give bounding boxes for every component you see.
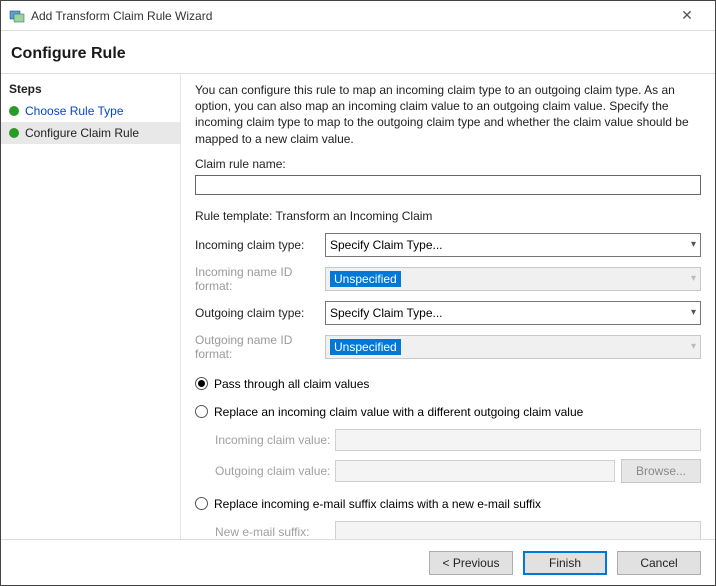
cancel-button[interactable]: Cancel: [617, 551, 701, 575]
radio-replace-value-label: Replace an incoming claim value with a d…: [214, 405, 583, 419]
wizard-window: Add Transform Claim Rule Wizard ✕ Config…: [0, 0, 716, 586]
page-title: Configure Rule: [11, 45, 705, 63]
select-value: Specify Claim Type...: [330, 306, 443, 320]
previous-button[interactable]: < Previous: [429, 551, 513, 575]
outgoing-nameid-select: Unspecified ▾: [325, 335, 701, 359]
incoming-claim-type-label: Incoming claim type:: [195, 238, 325, 252]
incoming-claim-value-label: Incoming claim value:: [215, 433, 335, 447]
outgoing-claim-value-label: Outgoing claim value:: [215, 464, 335, 478]
browse-button: Browse...: [621, 459, 701, 483]
steps-sidebar: Steps Choose Rule Type Configure Claim R…: [1, 74, 181, 539]
page-header: Configure Rule: [1, 31, 715, 74]
finish-button[interactable]: Finish: [523, 551, 607, 575]
app-icon: [9, 8, 25, 24]
window-title: Add Transform Claim Rule Wizard: [31, 9, 667, 23]
step-bullet-icon: [9, 106, 19, 116]
radio-replace-suffix-row[interactable]: Replace incoming e-mail suffix claims wi…: [195, 497, 701, 511]
incoming-claim-type-row: Incoming claim type: Specify Claim Type.…: [195, 233, 701, 257]
radio-icon: [195, 377, 208, 390]
select-value: Specify Claim Type...: [330, 238, 443, 252]
new-suffix-row: New e-mail suffix:: [215, 521, 701, 539]
chevron-down-icon: ▾: [691, 307, 696, 318]
select-value: Unspecified: [330, 339, 401, 355]
step-configure-claim-rule[interactable]: Configure Claim Rule: [1, 122, 180, 144]
incoming-claim-type-select[interactable]: Specify Claim Type... ▾: [325, 233, 701, 257]
new-suffix-input: [335, 521, 701, 539]
outgoing-claim-value-row: Outgoing claim value: Browse...: [215, 459, 701, 483]
step-label: Choose Rule Type: [25, 104, 124, 118]
outgoing-nameid-row: Outgoing name ID format: Unspecified ▾: [195, 333, 701, 361]
select-value: Unspecified: [330, 271, 401, 287]
outgoing-claim-value-input: [335, 460, 615, 482]
step-bullet-icon: [9, 128, 19, 138]
radio-replace-value-row[interactable]: Replace an incoming claim value with a d…: [195, 405, 701, 419]
radio-replace-suffix-label: Replace incoming e-mail suffix claims wi…: [214, 497, 541, 511]
incoming-claim-value-row: Incoming claim value:: [215, 429, 701, 451]
outgoing-nameid-label: Outgoing name ID format:: [195, 333, 325, 361]
incoming-nameid-select: Unspecified ▾: [325, 267, 701, 291]
wizard-footer: < Previous Finish Cancel: [1, 539, 715, 585]
titlebar: Add Transform Claim Rule Wizard ✕: [1, 1, 715, 31]
new-suffix-label: New e-mail suffix:: [215, 525, 335, 539]
outgoing-claim-type-label: Outgoing claim type:: [195, 306, 325, 320]
chevron-down-icon: ▾: [691, 273, 696, 284]
rule-name-input[interactable]: [195, 175, 701, 195]
radio-passthrough-row[interactable]: Pass through all claim values: [195, 377, 701, 391]
incoming-nameid-row: Incoming name ID format: Unspecified ▾: [195, 265, 701, 293]
main-panel: You can configure this rule to map an in…: [181, 74, 715, 539]
outgoing-claim-type-select[interactable]: Specify Claim Type... ▾: [325, 301, 701, 325]
close-icon[interactable]: ✕: [667, 7, 707, 24]
incoming-claim-value-input: [335, 429, 701, 451]
radio-passthrough-label: Pass through all claim values: [214, 377, 369, 391]
steps-heading: Steps: [1, 78, 180, 100]
radio-icon: [195, 497, 208, 510]
chevron-down-icon: ▾: [691, 341, 696, 352]
step-choose-rule-type[interactable]: Choose Rule Type: [1, 100, 180, 122]
outgoing-claim-type-row: Outgoing claim type: Specify Claim Type.…: [195, 301, 701, 325]
radio-icon: [195, 405, 208, 418]
rule-name-label: Claim rule name:: [195, 157, 701, 171]
wizard-body: Steps Choose Rule Type Configure Claim R…: [1, 74, 715, 539]
step-label: Configure Claim Rule: [25, 126, 139, 140]
incoming-nameid-label: Incoming name ID format:: [195, 265, 325, 293]
description-text: You can configure this rule to map an in…: [195, 82, 701, 147]
rule-template-label: Rule template: Transform an Incoming Cla…: [195, 209, 701, 223]
chevron-down-icon: ▾: [691, 239, 696, 250]
